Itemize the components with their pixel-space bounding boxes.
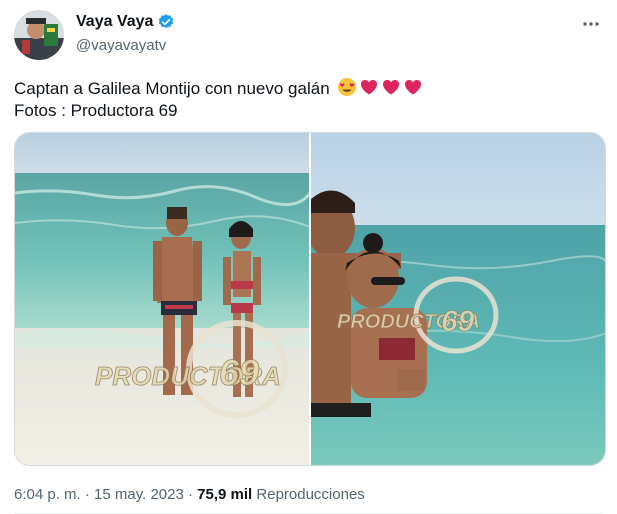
tweet-date[interactable]: 15 may. 2023 <box>94 486 184 503</box>
more-options-button[interactable] <box>579 12 603 36</box>
media-grid[interactable]: PRODUCTORA 69 PRODUCTORA 69 <box>14 132 606 466</box>
views-count[interactable]: 75,9 mil <box>197 486 252 503</box>
watermark-number: 69 <box>219 352 259 393</box>
emoji-group <box>337 77 423 97</box>
tweet-text: Captan a Galilea Montijo con nuevo galán <box>14 77 423 122</box>
tweet-meta: 6:04 p. m. · 15 may. 2023 · 75,9 mil Rep… <box>14 486 365 503</box>
meta-separator: · <box>188 486 193 503</box>
views-label[interactable]: Reproducciones <box>256 486 364 503</box>
author-handle[interactable]: @vayavayatv <box>76 37 166 54</box>
avatar-image <box>14 10 64 60</box>
red-heart-emoji-icon <box>361 80 378 95</box>
more-horizontal-icon <box>583 22 599 26</box>
media-photo-1[interactable]: PRODUCTORA 69 <box>15 133 309 465</box>
tweet-card[interactable]: Vaya Vaya @vayavayatv Captan a Galilea M… <box>0 0 617 514</box>
watermark-number: 69 <box>441 305 475 338</box>
author-name[interactable]: Vaya Vaya <box>76 13 175 31</box>
verified-badge-icon <box>157 13 175 31</box>
media-photo-2[interactable]: PRODUCTORA 69 <box>311 133 605 465</box>
avatar[interactable] <box>14 10 64 60</box>
red-heart-emoji-icon <box>383 80 400 95</box>
display-name[interactable]: Vaya Vaya <box>76 13 153 31</box>
tweet-text-line2: Fotos : Productora 69 <box>14 101 178 120</box>
tweet-text-line1: Captan a Galilea Montijo con nuevo galán <box>14 79 330 98</box>
red-heart-emoji-icon <box>405 80 422 95</box>
heart-eyes-emoji-icon <box>338 78 357 96</box>
meta-separator: · <box>84 486 90 503</box>
tweet-time[interactable]: 6:04 p. m. <box>14 486 81 503</box>
